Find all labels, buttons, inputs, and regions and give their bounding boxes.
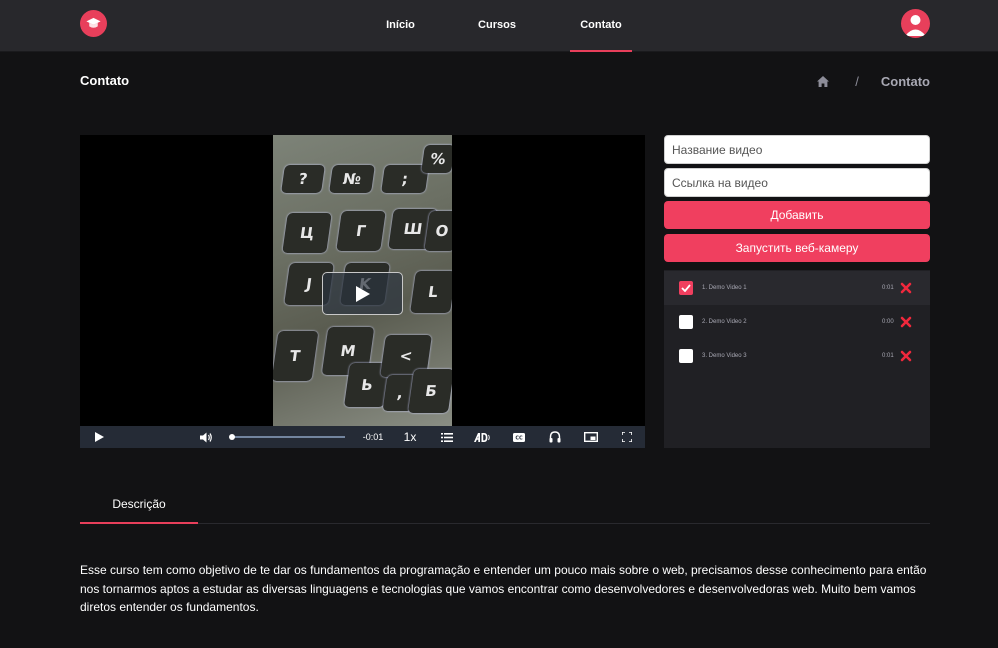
playback-rate-button[interactable]: 1x <box>400 426 420 448</box>
tab-description[interactable]: Descrição <box>80 484 198 524</box>
playlist-item[interactable]: 1. Demo Video 1 0:01 <box>664 271 930 305</box>
progress-bar[interactable] <box>233 436 345 438</box>
user-icon <box>905 15 926 36</box>
breadcrumb: / Contato <box>817 73 930 89</box>
audio-description-icon <box>474 432 490 442</box>
headphones-icon <box>549 431 561 443</box>
page-title: Contato <box>80 73 130 88</box>
keyboard-key: О <box>424 211 452 251</box>
playlist-item-title: 1. Demo Video 1 <box>702 285 747 291</box>
video-playlist: 1. Demo Video 1 0:01 2. Demo Video 2 0:0… <box>664 270 930 448</box>
top-header: Início Cursos Contato <box>0 0 998 52</box>
captions-button[interactable]: CC <box>510 426 528 448</box>
close-x-icon[interactable] <box>900 350 912 362</box>
chapters-button[interactable] <box>438 426 456 448</box>
course-description: Esse curso tem como objetivo de te dar o… <box>80 563 927 614</box>
play-icon <box>355 285 370 302</box>
fullscreen-button[interactable] <box>618 426 636 448</box>
video-link-input[interactable] <box>664 168 930 197</box>
play-button[interactable] <box>90 426 108 448</box>
svg-text:CC: CC <box>515 435 523 441</box>
keyboard-key: Ц <box>282 213 332 253</box>
playlist-item-title: 2. Demo Video 2 <box>702 319 747 325</box>
playlist-item-duration: 0:01 <box>882 285 894 291</box>
playlist-item[interactable]: 2. Demo Video 2 0:00 <box>664 305 930 339</box>
audio-description-button[interactable] <box>472 426 494 448</box>
avatar[interactable] <box>901 9 930 38</box>
checkmark-icon <box>681 284 691 292</box>
logo-icon[interactable] <box>80 10 107 37</box>
playlist-item[interactable]: 3. Demo Video 3 0:01 <box>664 339 930 373</box>
close-x-icon[interactable] <box>900 316 912 328</box>
closed-captions-icon: CC <box>513 432 525 442</box>
keyboard-key: Г <box>336 211 386 251</box>
playlist-item-duration: 0:01 <box>882 353 894 359</box>
volume-icon <box>199 432 212 442</box>
time-remaining: -0:01 <box>362 432 384 442</box>
play-icon <box>94 432 104 442</box>
keyboard-key: Т <box>273 331 319 381</box>
playlist-item-checkbox[interactable] <box>679 315 693 329</box>
start-webcam-button[interactable]: Запустить веб-камеру <box>664 234 930 262</box>
volume-button[interactable] <box>197 426 215 448</box>
keyboard-key: L <box>410 271 452 313</box>
keyboard-key: % <box>421 145 452 173</box>
list-icon <box>441 432 453 442</box>
add-video-button[interactable]: Добавить <box>664 201 930 229</box>
playlist-item-checkbox[interactable] <box>679 349 693 363</box>
breadcrumb-separator: / <box>855 73 859 89</box>
playlist-item-duration: 0:00 <box>882 319 894 325</box>
keyboard-key: Б <box>407 369 452 413</box>
nav-item-cursos[interactable]: Cursos <box>472 0 522 52</box>
progress-handle[interactable] <box>229 434 235 440</box>
audio-track-button[interactable] <box>546 426 564 448</box>
picture-in-picture-button[interactable] <box>581 426 601 448</box>
home-icon[interactable] <box>817 75 830 87</box>
keyboard-key: № <box>329 165 375 193</box>
video-player[interactable]: ?№;%ЦГШОJKLТМЬ<,Б -0:01 1x <box>80 135 645 448</box>
keyboard-key: ? <box>281 165 325 193</box>
tabs-divider <box>80 523 930 524</box>
video-controls: -0:01 1x CC <box>80 426 645 448</box>
playlist-item-checkbox[interactable] <box>679 281 693 295</box>
breadcrumb-current: Contato <box>880 73 930 89</box>
video-name-input[interactable] <box>664 135 930 164</box>
picture-in-picture-icon <box>584 432 598 442</box>
playlist-item-title: 3. Demo Video 3 <box>702 353 747 359</box>
nav-item-contato[interactable]: Contato <box>570 0 632 52</box>
nav-item-inicio[interactable]: Início <box>378 0 423 52</box>
fullscreen-icon <box>622 432 632 442</box>
big-play-button[interactable] <box>322 272 403 315</box>
close-x-icon[interactable] <box>900 282 912 294</box>
